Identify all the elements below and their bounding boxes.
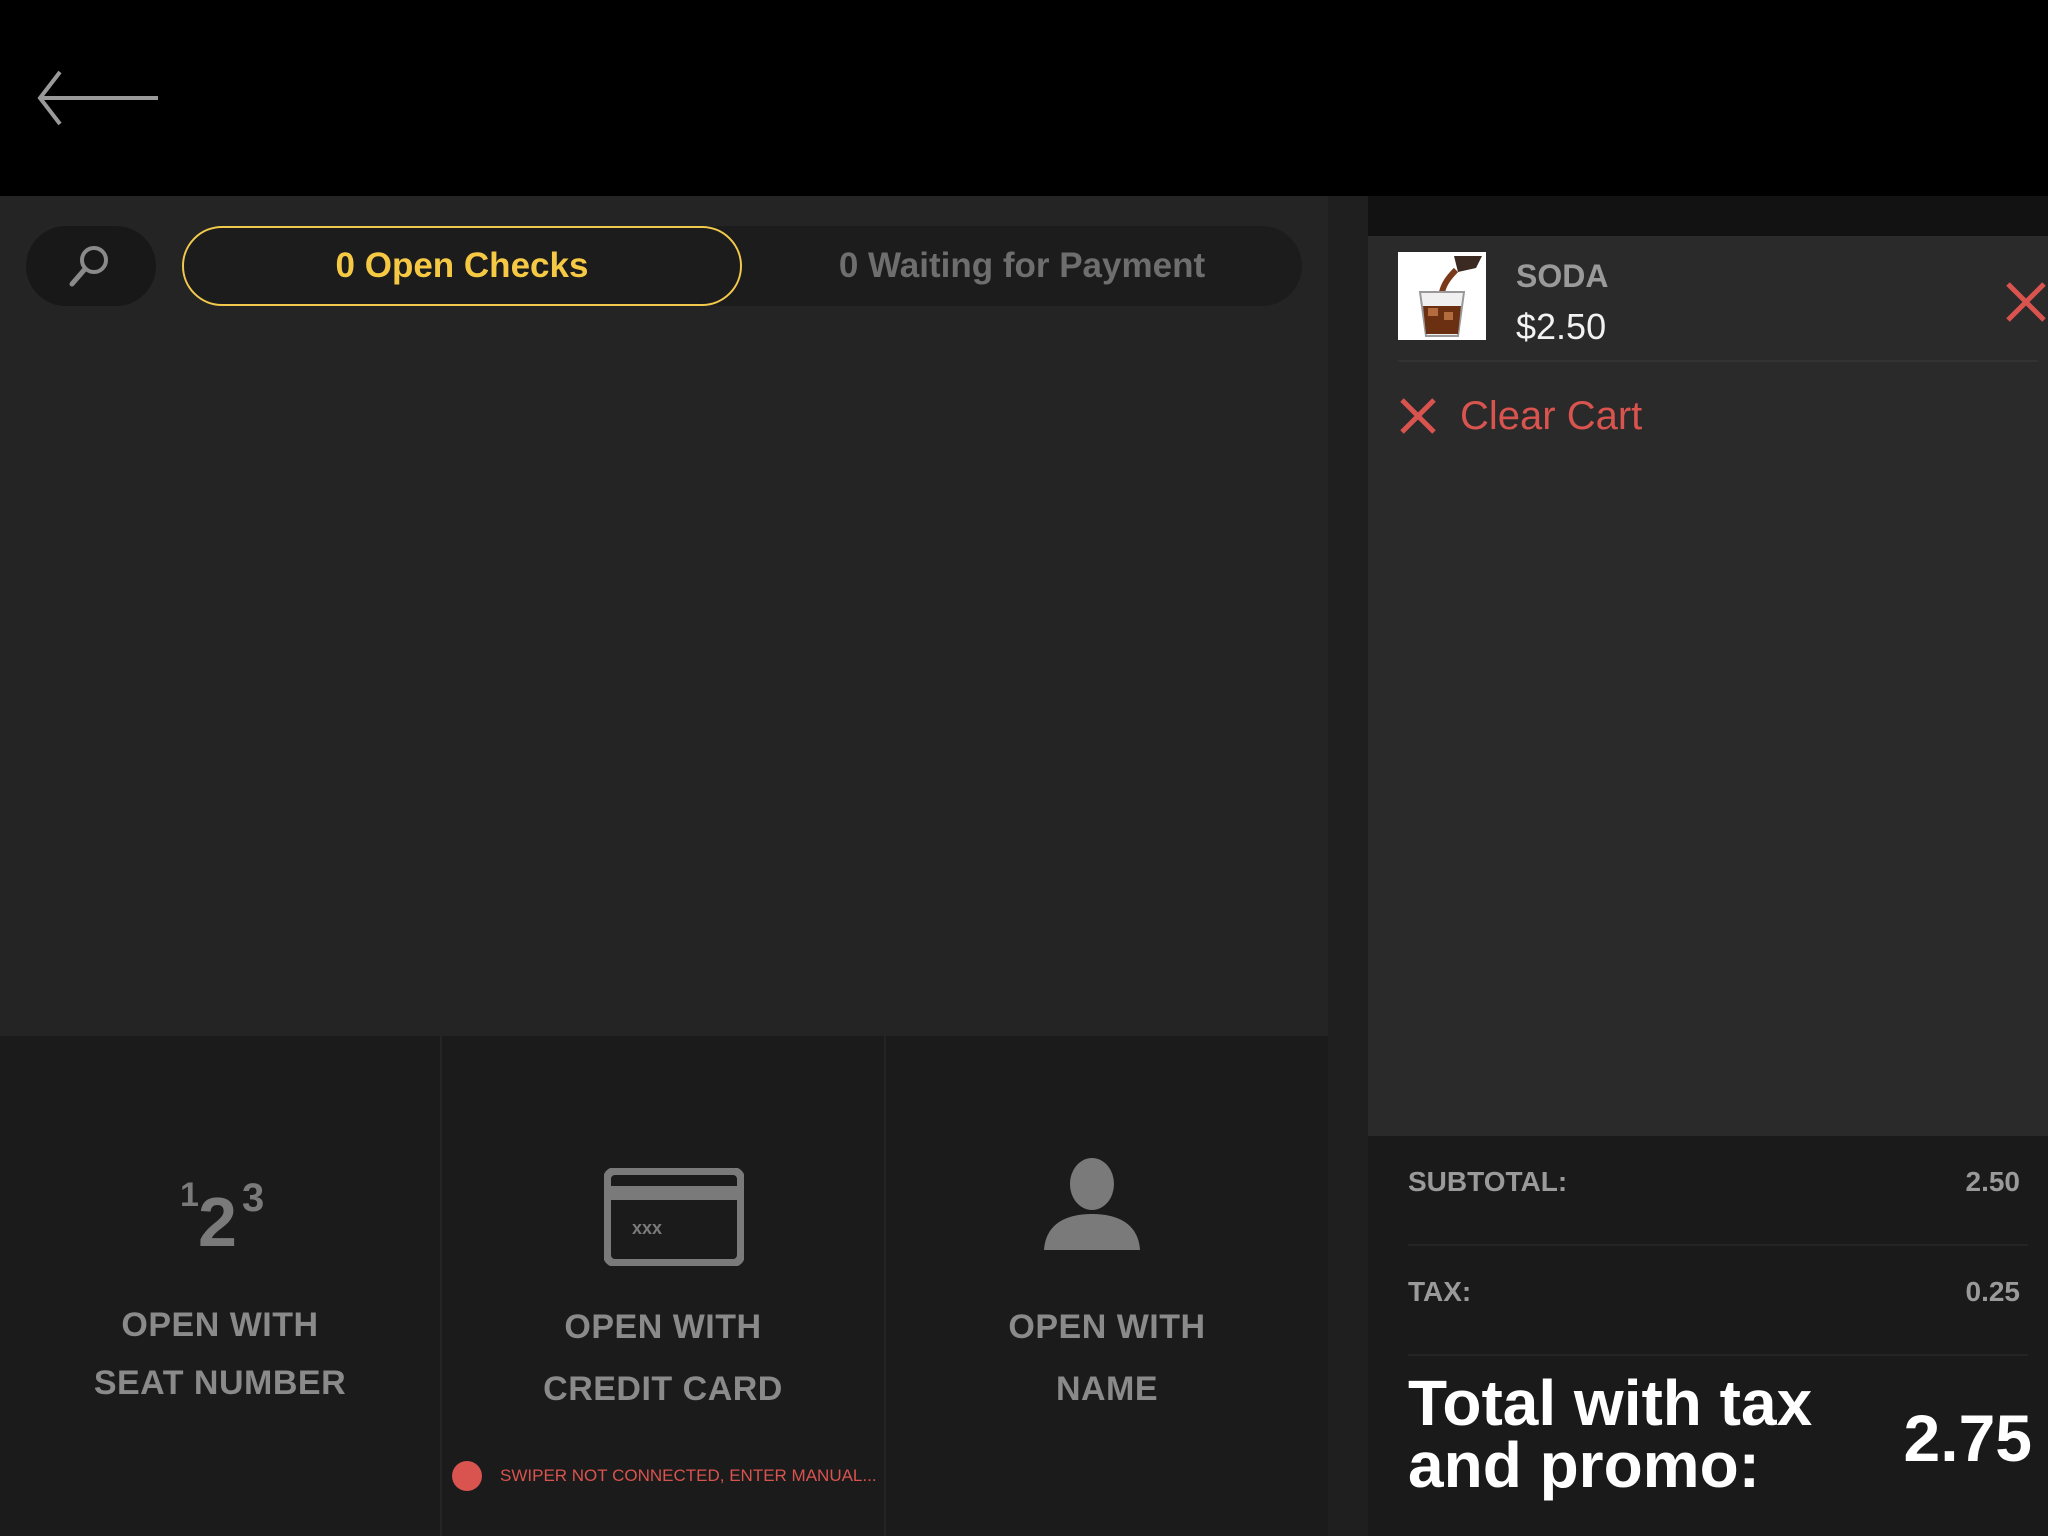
seat-number-icon: 1 2 3 — [176, 1176, 276, 1266]
swiper-warning: SWIPER NOT CONNECTED, ENTER MANUAL... — [452, 1456, 892, 1496]
divider-strip — [1328, 196, 1368, 1536]
top-bar — [0, 0, 2048, 196]
swiper-warning-text: SWIPER NOT CONNECTED, ENTER MANUAL... — [500, 1466, 877, 1485]
cart-item-name: SODA — [1516, 258, 1609, 294]
cart-panel: SODA $2.50 Clear Cart — [1368, 236, 2048, 1136]
app-root: 0 Open Checks 0 Waiting for Payment 1 2 … — [0, 0, 2048, 1536]
search-button[interactable] — [26, 226, 156, 306]
seat-label-line1: OPEN WITH — [121, 1306, 319, 1344]
tax-label: TAX: — [1408, 1276, 1472, 1307]
back-button[interactable] — [36, 66, 164, 130]
grand-total-value: 2.75 — [1903, 1401, 2032, 1475]
card-label-line2: CREDIT CARD — [543, 1370, 783, 1408]
tax-row: TAX: 0.25 — [1408, 1246, 2028, 1356]
open-with-credit-card-button[interactable]: xxx OPEN WITH CREDIT CARD SWIPER NOT CON… — [442, 1036, 886, 1536]
cart-header — [1368, 196, 2048, 236]
totals-panel: SUBTOTAL: 2.50 TAX: 0.25 Total with tax … — [1368, 1136, 2048, 1536]
close-icon — [1400, 398, 1436, 434]
status-dot-icon — [452, 1461, 482, 1491]
subtotal-label: SUBTOTAL: — [1408, 1166, 1568, 1197]
seat-digit-3: 3 — [242, 1176, 265, 1220]
seat-label-line2: SEAT NUMBER — [93, 1364, 347, 1402]
subtotal-value: 2.50 — [1965, 1166, 2021, 1197]
open-with-name-button[interactable]: OPEN WITH NAME — [886, 1036, 1328, 1536]
seat-digit-2: 2 — [198, 1183, 237, 1261]
arrow-left-icon — [37, 70, 158, 126]
search-icon — [69, 246, 108, 287]
grand-total-label: Total with tax and promo: — [1408, 1367, 1813, 1501]
tab-open-checks[interactable]: 0 Open Checks — [182, 226, 742, 306]
checks-panel: 0 Open Checks 0 Waiting for Payment — [0, 196, 1328, 1036]
clear-cart-button[interactable]: Clear Cart — [1398, 386, 1642, 446]
credit-card-icon: xxx — [604, 1168, 744, 1266]
open-options: 1 2 3 OPEN WITH SEAT NUMBER xxx OPEN WIT… — [0, 1036, 1328, 1536]
tab-waiting-for-payment[interactable]: 0 Waiting for Payment — [742, 226, 1302, 306]
clear-cart-label: Clear Cart — [1460, 393, 1643, 438]
remove-item-button[interactable] — [2004, 280, 2048, 324]
card-label-line1: OPEN WITH — [564, 1308, 762, 1346]
checks-tab-bar: 0 Open Checks 0 Waiting for Payment — [182, 226, 1302, 306]
tax-value: 0.25 — [1965, 1276, 2021, 1307]
close-icon — [2006, 282, 2046, 322]
name-label-line1: OPEN WITH — [1008, 1308, 1206, 1346]
card-mask-text: xxx — [632, 1218, 662, 1238]
seat-digit-1: 1 — [180, 1176, 199, 1214]
person-icon — [1044, 1158, 1140, 1250]
name-label-line2: NAME — [1055, 1370, 1159, 1408]
cart-item-price: $2.50 — [1516, 306, 1607, 347]
cart-item[interactable]: SODA $2.50 — [1398, 252, 2046, 362]
subtotal-row: SUBTOTAL: 2.50 — [1408, 1136, 2028, 1246]
soda-image — [1398, 252, 1486, 340]
open-with-seat-number-button[interactable]: 1 2 3 OPEN WITH SEAT NUMBER — [0, 1036, 442, 1536]
